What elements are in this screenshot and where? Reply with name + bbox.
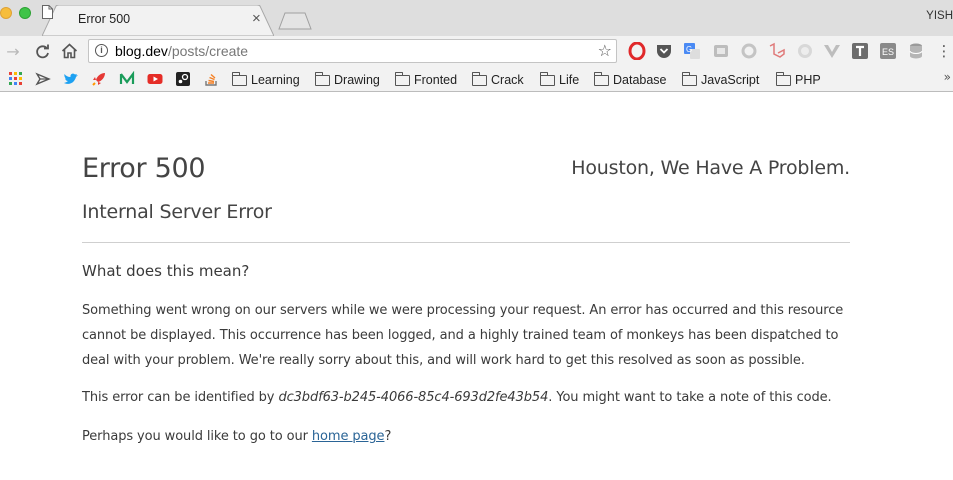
url-text[interactable]: blog.dev/posts/create — [115, 43, 248, 59]
rocket-icon[interactable] — [91, 71, 107, 87]
folder-icon — [594, 71, 609, 86]
home-suggestion: Perhaps you would like to go to our home… — [82, 429, 391, 444]
medium-icon[interactable] — [119, 70, 135, 87]
folder-icon — [472, 71, 487, 86]
error-id: dc3bdf63-b245-4066-85c4-693d2fe43b54 — [278, 390, 549, 405]
svg-text:G: G — [686, 45, 692, 54]
svg-text:ES: ES — [882, 47, 894, 57]
title-bar: Error 500 × YISH — [0, 0, 953, 36]
address-bar[interactable]: i blog.dev/posts/create ☆ — [88, 39, 617, 63]
bookmark-folder-drawing[interactable]: Drawing — [315, 71, 380, 89]
send-icon[interactable] — [35, 71, 51, 87]
bookmark-folder-fronted[interactable]: Fronted — [395, 71, 457, 89]
identify-prefix: This error can be identified by — [82, 390, 279, 405]
bookmark-folder-php[interactable]: PHP — [776, 71, 821, 89]
zoom-button[interactable] — [19, 7, 31, 19]
laravel-icon[interactable] — [768, 42, 786, 60]
pocket-icon[interactable] — [655, 42, 673, 60]
perhaps-prefix: Perhaps you would like to go to our — [82, 429, 312, 444]
page-icon — [42, 5, 53, 19]
url-path: /posts/create — [167, 43, 249, 59]
bookmark-folder-database[interactable]: Database — [594, 71, 667, 89]
back-arrow-icon[interactable]: → — [4, 42, 22, 61]
bookmark-folder-life[interactable]: Life — [540, 71, 579, 89]
folder-icon — [776, 71, 791, 86]
vue-icon[interactable] — [823, 42, 841, 60]
bookmark-folder-label: Life — [559, 73, 580, 87]
folder-icon — [682, 71, 697, 86]
error-code-heading: Error 500 — [82, 153, 206, 184]
stackoverflow-icon[interactable] — [203, 71, 219, 87]
es-icon[interactable]: ES — [879, 42, 897, 60]
apps-icon[interactable] — [8, 71, 24, 87]
close-icon[interactable]: × — [252, 10, 261, 27]
sync-icon[interactable] — [740, 42, 758, 60]
bookmark-folder-label: JavaScript — [701, 73, 760, 87]
meaning-heading: What does this mean? — [82, 262, 250, 280]
database-icon[interactable] — [907, 42, 925, 60]
steam-icon[interactable] — [175, 71, 191, 87]
reload-icon[interactable] — [33, 42, 51, 60]
home-page-link[interactable]: home page — [312, 429, 385, 444]
identify-suffix: . You might want to take a note of this … — [548, 390, 832, 405]
youtube-icon[interactable] — [147, 71, 163, 87]
home-icon[interactable] — [60, 42, 78, 60]
tagline: Houston, We Have A Problem. — [571, 157, 850, 179]
folder-icon — [232, 71, 247, 86]
bookmark-folder-label: Drawing — [334, 73, 380, 87]
bookmark-star-icon[interactable]: ☆ — [598, 41, 612, 60]
menu-icon[interactable]: ⋮ — [935, 42, 953, 60]
bookmark-folder-label: PHP — [795, 73, 821, 87]
tab-title: Error 500 — [78, 12, 131, 26]
bookmark-folder-label: Learning — [251, 73, 300, 87]
folder-icon — [395, 71, 410, 86]
explanation-paragraph: Something went wrong on our servers whil… — [82, 303, 844, 368]
error-name-heading: Internal Server Error — [82, 201, 272, 223]
t-icon[interactable] — [851, 42, 869, 60]
google-translate-icon[interactable]: G — [683, 42, 701, 60]
twitter-icon[interactable] — [63, 71, 79, 87]
perhaps-suffix: ? — [384, 429, 392, 444]
folder-icon — [540, 71, 555, 86]
bookmark-folder-label: Database — [613, 73, 667, 87]
bookmark-folder-learning[interactable]: Learning — [232, 71, 300, 89]
tab-shape — [42, 5, 274, 36]
bookmark-folder-crack[interactable]: Crack — [472, 71, 524, 89]
profile-name[interactable]: YISH — [926, 10, 953, 22]
url-host: blog.dev — [115, 43, 168, 59]
error-id-paragraph: This error can be identified by dc3bdf63… — [82, 390, 832, 405]
new-tab-button[interactable] — [278, 12, 312, 30]
bookmarks-overflow-icon[interactable]: » — [944, 70, 951, 84]
opera-icon[interactable] — [628, 41, 646, 61]
divider — [82, 242, 850, 243]
bookmark-folder-label: Crack — [491, 73, 524, 87]
bookmark-folder-label: Fronted — [414, 73, 458, 87]
ad-icon[interactable] — [796, 42, 814, 60]
tab-error-500[interactable]: Error 500 × — [42, 5, 274, 36]
image-icon[interactable] — [712, 42, 730, 60]
minimize-button[interactable] — [0, 7, 12, 19]
info-icon[interactable]: i — [95, 44, 108, 57]
bookmarks-bar: Learning Drawing Fronted Crack Life Data… — [0, 67, 953, 92]
bookmark-folder-javascript[interactable]: JavaScript — [682, 71, 759, 89]
folder-icon — [315, 71, 330, 86]
